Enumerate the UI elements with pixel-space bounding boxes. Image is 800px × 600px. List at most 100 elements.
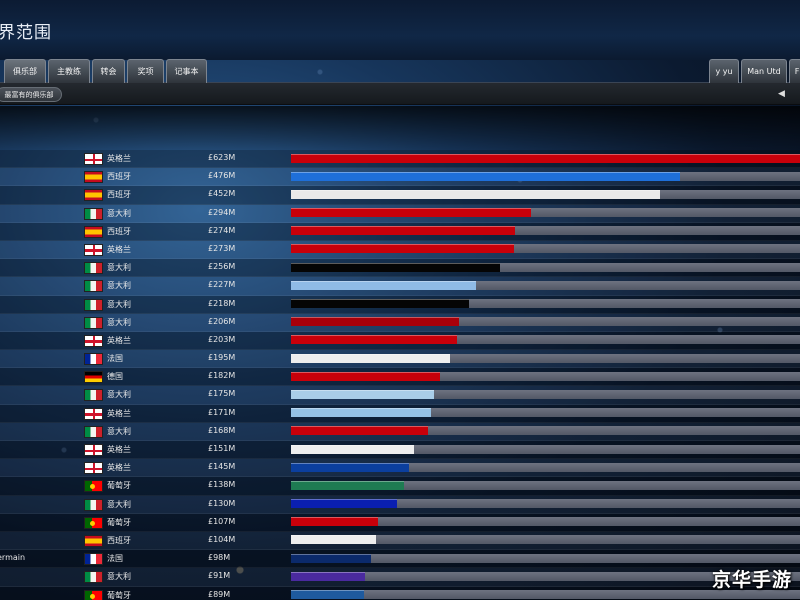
tab-awards[interactable]: 奖项 <box>127 59 164 83</box>
country-name[interactable]: 意大利 <box>107 317 131 328</box>
value-bar-track <box>291 535 800 545</box>
tab-user[interactable]: y yu <box>709 59 739 83</box>
club-value: £273M <box>208 243 236 253</box>
table-row[interactable]: 意大利 £168M <box>0 423 800 441</box>
value-bar-track <box>291 553 800 563</box>
value-bar-track <box>291 389 800 399</box>
country-name[interactable]: 英格兰 <box>107 335 131 346</box>
table-row[interactable]: 意大利 £218M <box>0 295 800 314</box>
flag-icon <box>84 571 103 584</box>
country-name[interactable]: 意大利 <box>107 208 131 219</box>
club-value: £130M <box>208 498 236 508</box>
club-value: £182M <box>208 371 236 381</box>
country-name[interactable]: 西班牙 <box>107 226 131 237</box>
country-name[interactable]: 英格兰 <box>107 444 131 455</box>
table-row[interactable]: 西班牙 £476M <box>0 168 800 187</box>
value-bar-track <box>291 480 800 490</box>
value-bar <box>291 553 372 563</box>
country-name[interactable]: 意大利 <box>107 389 131 400</box>
flag-icon <box>84 444 103 456</box>
value-bar-track <box>291 299 800 308</box>
table-row[interactable]: 西班牙 £104M <box>0 532 800 551</box>
table-row[interactable]: 英格兰 £145M <box>0 459 800 478</box>
collapse-arrow-icon[interactable]: ◀ <box>778 88 788 100</box>
country-name[interactable]: 意大利 <box>107 262 131 273</box>
value-bar <box>291 171 680 181</box>
flag-icon <box>84 262 103 275</box>
table-row[interactable]: 葡萄牙 £89M <box>0 586 800 600</box>
flag-icon <box>84 407 103 420</box>
country-name[interactable]: 英格兰 <box>107 153 131 164</box>
club-value: £203M <box>208 334 236 344</box>
country-name[interactable]: 葡萄牙 <box>107 590 131 600</box>
club-value: £151M <box>208 444 236 453</box>
flag-icon <box>84 371 103 384</box>
tab-clubs[interactable]: 俱乐部 <box>4 59 46 83</box>
table-row[interactable]: 英格兰 £203M <box>0 331 800 351</box>
country-name[interactable]: 意大利 <box>107 499 131 510</box>
table-row[interactable]: 德国 £182M <box>0 368 800 387</box>
table-row[interactable]: 英格兰 £171M <box>0 404 800 423</box>
club-value: £256M <box>208 262 236 272</box>
value-bar-track <box>291 280 800 290</box>
table-row[interactable]: 意大利 £91M <box>0 568 800 587</box>
table-row[interactable]: 英格兰 £151M <box>0 441 800 460</box>
club-value: £195M <box>208 353 236 363</box>
flag-icon <box>84 589 103 600</box>
table-row[interactable]: ermain 法国 £98M <box>0 550 800 569</box>
value-bar <box>291 262 501 272</box>
tab-strip: 俱乐部 主教练 转会 奖项 记事本 y yu Man Utd F <box>0 59 800 83</box>
table-row[interactable]: 意大利 £175M <box>0 386 800 405</box>
country-name[interactable]: 英格兰 <box>107 462 131 473</box>
value-bar-track <box>291 444 800 454</box>
table-row[interactable]: 英格兰 £623M <box>0 150 800 169</box>
tab-managers[interactable]: 主教练 <box>48 59 90 83</box>
country-name[interactable]: 德国 <box>107 371 123 382</box>
country-name[interactable]: 西班牙 <box>107 535 131 546</box>
country-name[interactable]: 意大利 <box>107 426 131 437</box>
country-name[interactable]: 意大利 <box>107 571 131 582</box>
value-bar <box>291 244 515 254</box>
country-name[interactable]: 西班牙 <box>107 189 131 200</box>
value-bar <box>291 499 398 509</box>
country-name[interactable]: 葡萄牙 <box>107 517 131 528</box>
table-header <box>0 106 800 150</box>
value-bar-track <box>291 353 800 363</box>
value-bar <box>291 462 410 472</box>
table-row[interactable]: 葡萄牙 £138M <box>0 477 800 496</box>
value-bar-track <box>291 408 800 418</box>
table-row[interactable]: 意大利 £130M <box>0 496 800 514</box>
country-name[interactable]: 意大利 <box>107 280 131 291</box>
table-row[interactable]: 法国 £195M <box>0 350 800 369</box>
country-name[interactable]: 西班牙 <box>107 171 131 182</box>
tab-transfers[interactable]: 转会 <box>92 59 125 83</box>
table-row[interactable]: 意大利 £227M <box>0 277 800 296</box>
country-name[interactable]: 英格兰 <box>107 408 131 419</box>
table-row[interactable]: 意大利 £256M <box>0 259 800 278</box>
table-row[interactable]: 葡萄牙 £107M <box>0 513 800 532</box>
table-row[interactable]: 意大利 £294M <box>0 205 800 223</box>
tab-notebook[interactable]: 记事本 <box>166 59 207 83</box>
value-bar-track <box>291 371 800 381</box>
tab-overflow[interactable]: F <box>789 59 800 83</box>
country-name[interactable]: 葡萄牙 <box>107 480 131 491</box>
flag-icon <box>84 480 103 493</box>
club-value: £623M <box>208 153 236 162</box>
tab-team[interactable]: Man Utd <box>741 59 787 83</box>
sub-toolbar: 最富有的俱乐部 ◀ <box>0 83 800 105</box>
value-bar-track <box>291 153 800 163</box>
richest-clubs-filter[interactable]: 最富有的俱乐部 <box>0 87 62 102</box>
page-title: 界范围 <box>0 23 52 43</box>
club-name[interactable]: ermain <box>0 553 25 562</box>
table-row[interactable]: 西班牙 £274M <box>0 222 800 241</box>
country-name[interactable]: 英格兰 <box>107 244 131 255</box>
value-bar <box>291 590 364 599</box>
table-row[interactable]: 西班牙 £452M <box>0 186 800 205</box>
table-row[interactable]: 意大利 £206M <box>0 314 800 332</box>
table-row[interactable]: 英格兰 £273M <box>0 241 800 260</box>
country-name[interactable]: 法国 <box>107 553 123 564</box>
country-name[interactable]: 意大利 <box>107 299 131 310</box>
country-name[interactable]: 法国 <box>107 353 123 364</box>
value-bar-track <box>291 226 800 236</box>
value-bar-track <box>291 189 800 199</box>
